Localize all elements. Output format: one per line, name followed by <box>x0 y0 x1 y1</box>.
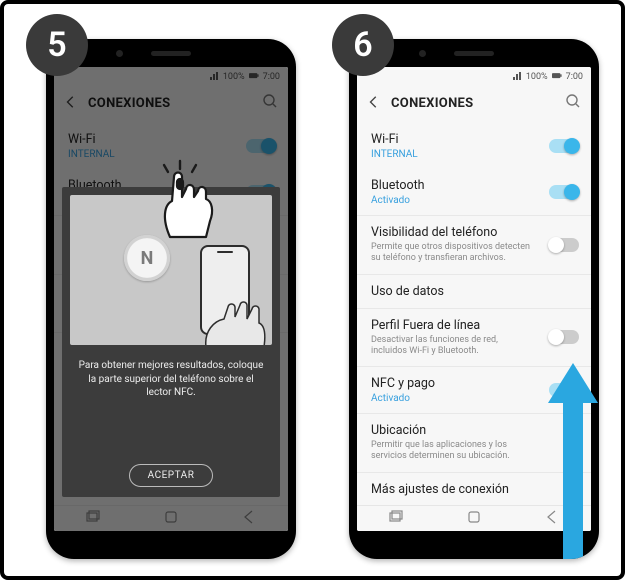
status-bar: 100% 7:00 <box>54 67 288 87</box>
back-icon[interactable] <box>367 94 381 113</box>
tap-gesture-icon <box>144 159 224 239</box>
recents-icon[interactable] <box>85 509 101 529</box>
highlight-arrow-icon <box>543 363 599 559</box>
signal-icon <box>512 71 522 84</box>
back-icon[interactable] <box>64 94 78 113</box>
android-navbar <box>54 505 288 531</box>
accept-button[interactable]: ACEPTAR <box>129 464 214 487</box>
row-wifi[interactable]: Wi-Fi INTERNAL <box>357 123 591 169</box>
battery-icon <box>249 71 259 84</box>
nfc-icon: N <box>124 235 170 281</box>
visibility-desc: Permite que otros dispositivos detecten … <box>371 242 531 265</box>
step-badge-5: 5 <box>26 14 88 76</box>
bluetooth-label: Bluetooth <box>371 178 577 193</box>
page-title: CONEXIONES <box>88 96 252 111</box>
row-visibility[interactable]: Visibilidad del teléfono Permite que otr… <box>357 216 591 275</box>
clock: 7:00 <box>263 72 280 82</box>
wifi-sub: INTERNAL <box>371 149 577 160</box>
home-icon[interactable] <box>466 509 482 529</box>
step-badge-6: 6 <box>332 14 394 76</box>
row-airplane[interactable]: Perfil Fuera de línea Desactivar las fun… <box>357 309 591 368</box>
visibility-toggle[interactable] <box>549 238 579 252</box>
screen-step-5: 100% 7:00 CONEXIONES Wi-Fi INTERNAL <box>54 67 288 531</box>
settings-header: CONEXIONES <box>357 87 591 123</box>
back-nav-icon[interactable] <box>241 509 257 529</box>
clock: 7:00 <box>566 72 583 82</box>
visibility-label: Visibilidad del teléfono <box>371 225 577 240</box>
data-label: Uso de datos <box>371 284 577 299</box>
status-bar: 100% 7:00 <box>357 67 591 87</box>
wifi-toggle[interactable] <box>549 139 579 153</box>
row-bluetooth[interactable]: Bluetooth Activado <box>357 169 591 216</box>
airplane-label: Perfil Fuera de línea <box>371 318 577 333</box>
wifi-label: Wi-Fi <box>68 132 274 147</box>
signal-icon <box>209 71 219 84</box>
illustration-hand-icon <box>198 297 268 345</box>
tutorial-canvas: 5 6 100% 7:00 CONEXIONES <box>0 0 625 580</box>
location-desc: Permitir que las aplicaciones y los serv… <box>371 440 531 463</box>
search-icon[interactable] <box>565 93 581 113</box>
battery-level: 100% <box>223 72 245 82</box>
bluetooth-sub: Activado <box>371 195 577 206</box>
phone-step-6: 100% 7:00 CONEXIONES Wi-Fi INTERNAL <box>349 39 599 559</box>
battery-level: 100% <box>526 72 548 82</box>
modal-message: Para obtener mejores resultados, coloque… <box>76 359 266 400</box>
recents-icon[interactable] <box>388 509 404 529</box>
search-icon[interactable] <box>262 93 278 113</box>
settings-header: CONEXIONES <box>54 87 288 123</box>
page-title: CONEXIONES <box>391 96 555 111</box>
bluetooth-toggle[interactable] <box>549 185 579 199</box>
wifi-toggle[interactable] <box>246 139 276 153</box>
battery-icon <box>552 71 562 84</box>
home-icon[interactable] <box>163 509 179 529</box>
phone-step-5: 100% 7:00 CONEXIONES Wi-Fi INTERNAL <box>46 39 296 559</box>
wifi-label: Wi-Fi <box>371 132 577 147</box>
row-data-usage[interactable]: Uso de datos <box>357 275 591 309</box>
airplane-toggle[interactable] <box>549 330 579 344</box>
airplane-desc: Desactivar las funciones de red, incluid… <box>371 335 531 358</box>
